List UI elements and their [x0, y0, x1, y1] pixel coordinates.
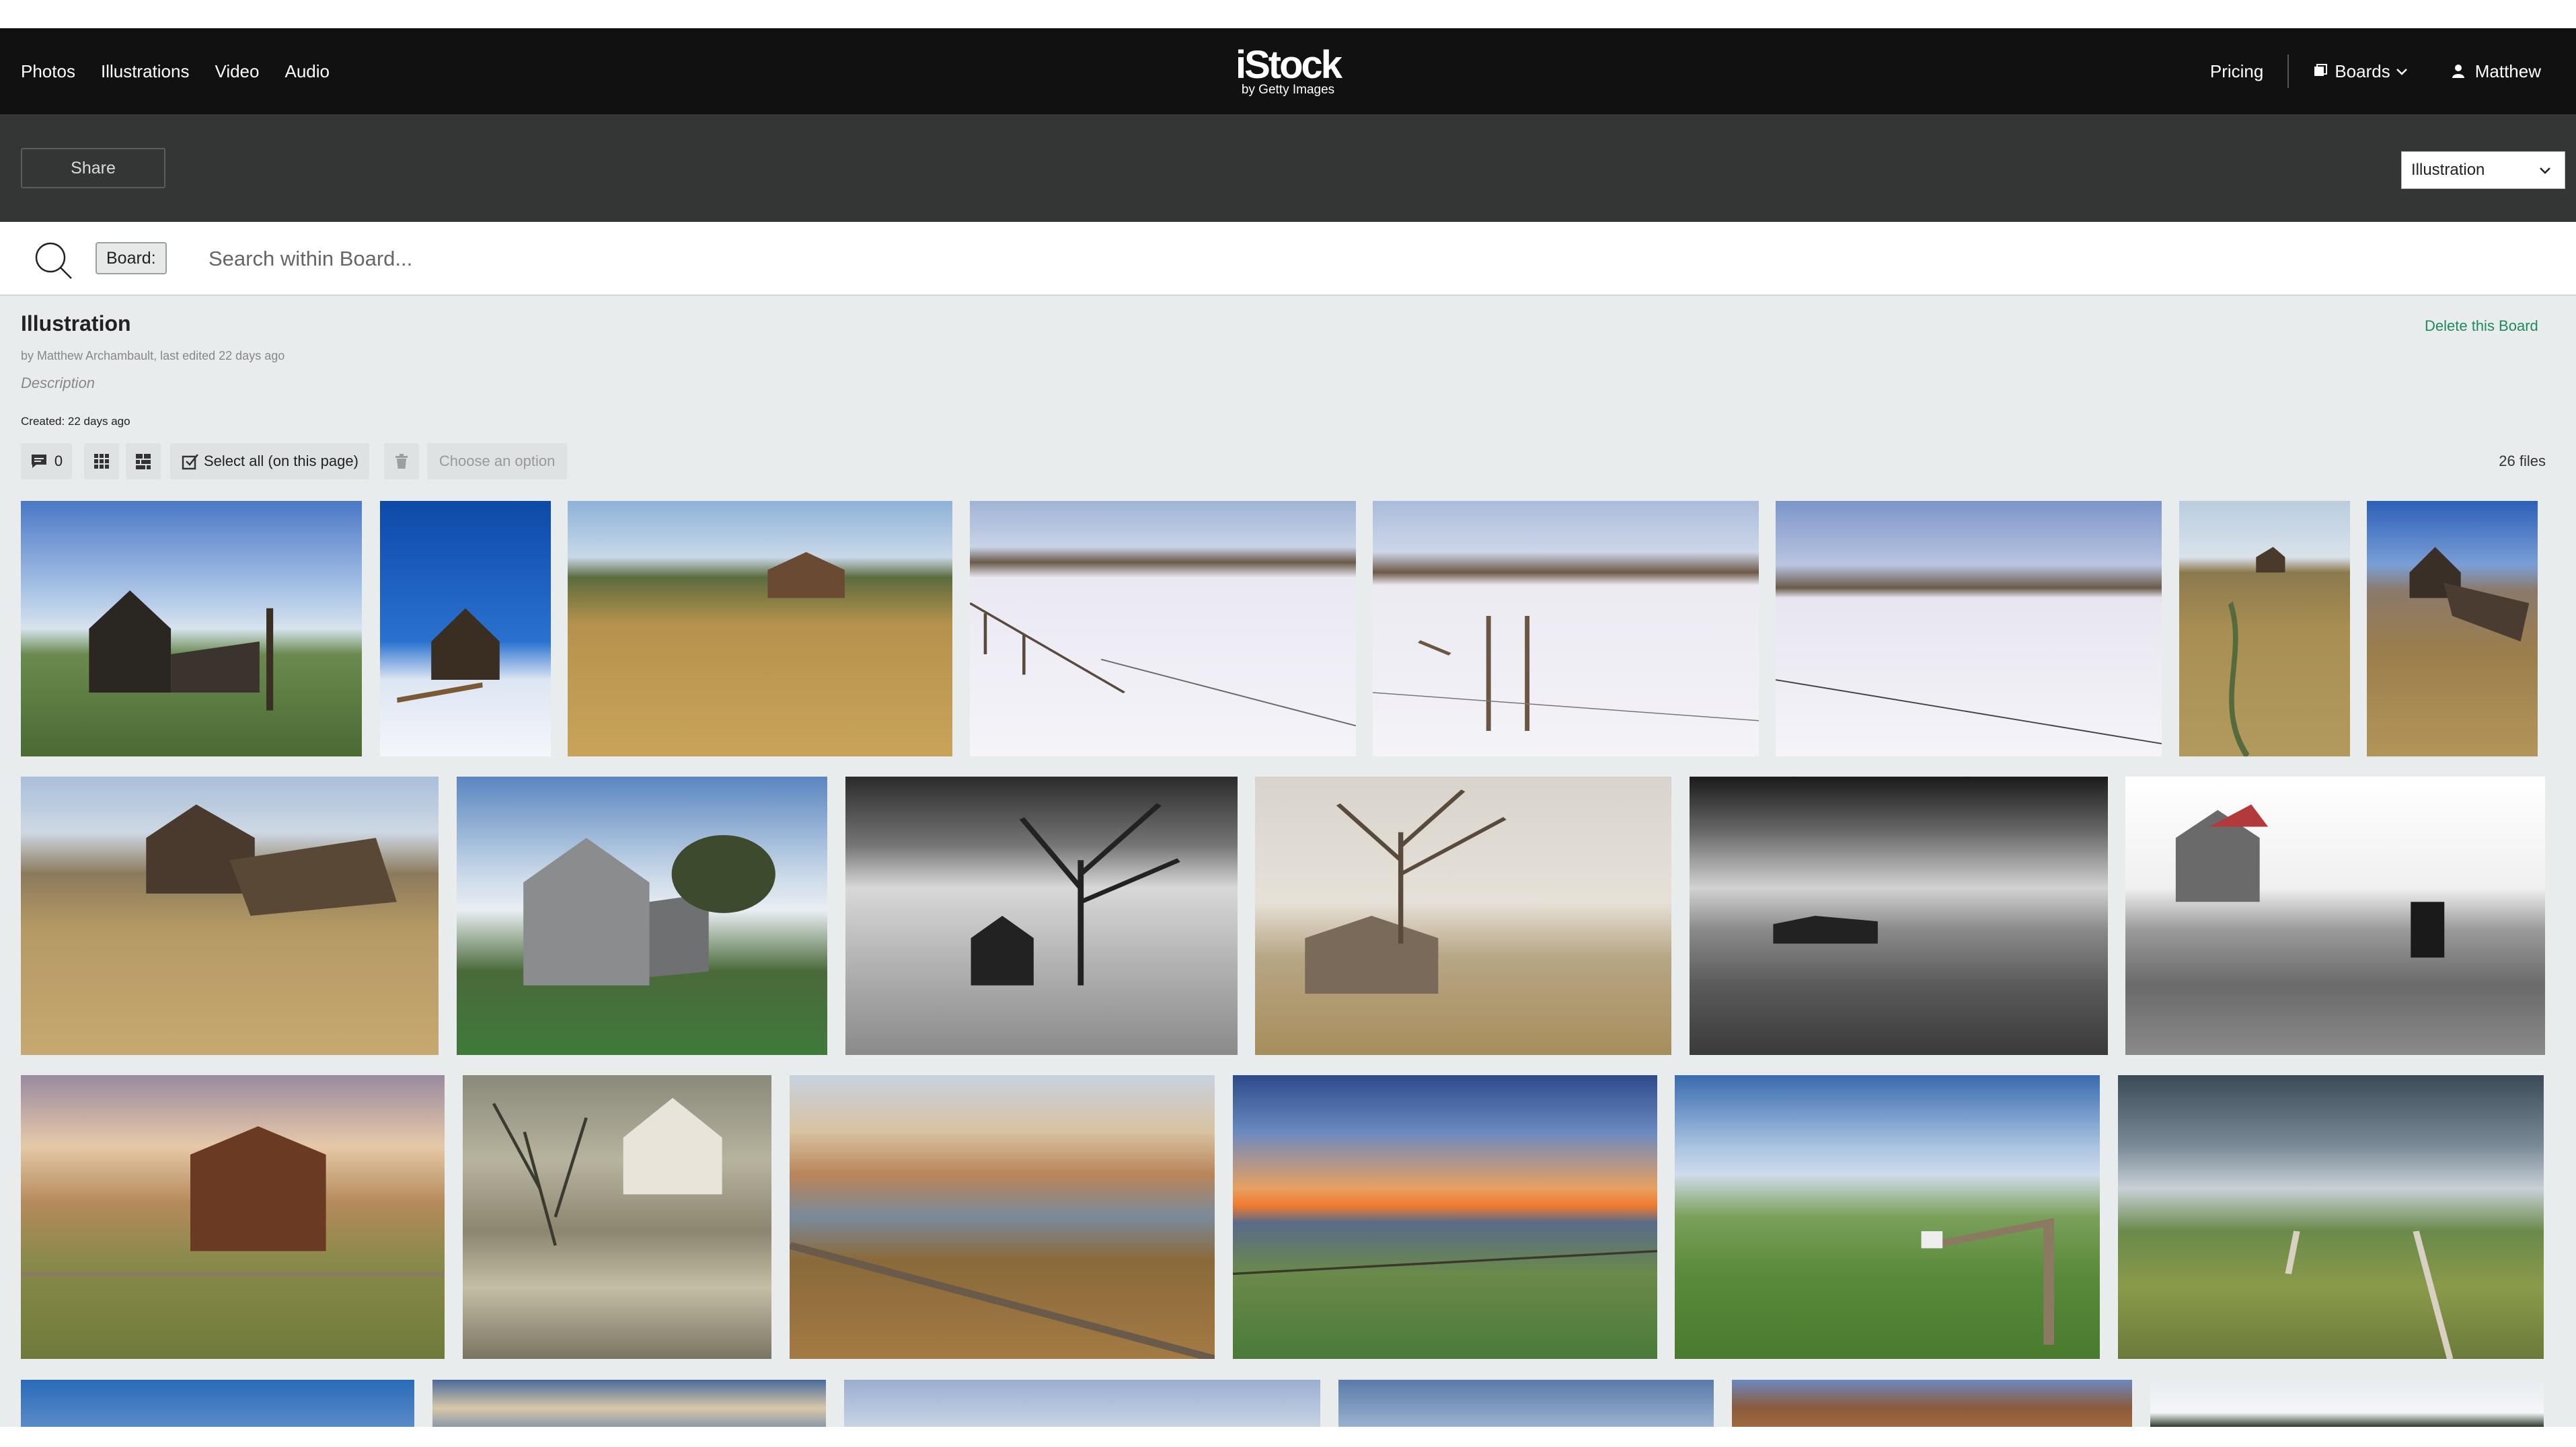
- boards-icon: [2314, 64, 2328, 76]
- choose-option-label: Choose an option: [439, 453, 556, 469]
- image-thumbnail[interactable]: [1675, 1075, 2100, 1359]
- chevron-down-icon: [2396, 69, 2407, 75]
- nav-user-label: Matthew: [2474, 61, 2541, 81]
- image-thumbnail[interactable]: [2179, 501, 2350, 756]
- thumbnail-art: [21, 1126, 445, 1276]
- select-all-label: Select all (on this page): [204, 453, 358, 469]
- grid-view-button[interactable]: [84, 443, 119, 479]
- chevron-down-icon: [2540, 167, 2550, 174]
- nav-video[interactable]: Video: [215, 61, 259, 82]
- image-thumbnail[interactable]: [1690, 777, 2108, 1055]
- image-thumbnail[interactable]: [21, 1075, 445, 1359]
- thumbnail-art: [1773, 916, 1878, 944]
- nav-illustrations[interactable]: Illustrations: [101, 61, 190, 82]
- nav-boards-label: Boards: [2335, 61, 2390, 81]
- nav-pricing[interactable]: Pricing: [2210, 61, 2263, 82]
- thumbnail-art: [1776, 679, 2162, 744]
- thumbnail-art: [397, 608, 500, 703]
- image-thumbnail[interactable]: [432, 1380, 826, 1427]
- trash-icon: [395, 454, 408, 469]
- board-created-date: Created: 22 days ago: [21, 415, 130, 428]
- thumbnail-art: [2285, 1230, 2454, 1359]
- comments-button[interactable]: 0: [21, 443, 72, 479]
- nav-boards-menu[interactable]: Boards: [2313, 61, 2409, 82]
- board-toolbar: Share Illustration: [0, 114, 2576, 222]
- search-scope-tag[interactable]: Board:: [96, 242, 167, 274]
- image-thumbnail[interactable]: [845, 777, 1238, 1055]
- user-icon: [2452, 65, 2464, 78]
- board-title: Illustration: [21, 311, 131, 336]
- image-thumbnail[interactable]: [2367, 501, 2538, 756]
- mosaic-view-button[interactable]: [126, 443, 161, 479]
- select-all-button[interactable]: Select all (on this page): [170, 443, 369, 479]
- thumbnail-art: [2175, 804, 2445, 958]
- share-button[interactable]: Share: [21, 148, 165, 188]
- nav-divider: [2287, 54, 2289, 88]
- nav-right: Pricing Boards Matthew: [2210, 28, 2576, 114]
- logo-wordmark: iStock: [1235, 43, 1342, 87]
- search-input[interactable]: [209, 239, 1823, 279]
- media-type-nav: Photos Illustrations Video Audio: [21, 28, 330, 114]
- delete-selected-button[interactable]: [383, 443, 419, 479]
- thumbnail-art: [492, 1097, 722, 1246]
- delete-board-link[interactable]: Delete this Board: [2425, 317, 2538, 335]
- logo-tagline: by Getty Images: [1241, 83, 1335, 97]
- image-thumbnail[interactable]: [970, 501, 1356, 756]
- nav-photos[interactable]: Photos: [21, 61, 75, 82]
- board-byline: by Matthew Archambault, last edited 22 d…: [21, 349, 285, 362]
- board-actions-bar: 0 Select all (on this page) Choose an op…: [21, 443, 568, 479]
- thumbnail-art: [523, 834, 775, 986]
- thumbnail-art: [971, 803, 1180, 986]
- board-select-dropdown[interactable]: Illustration: [2401, 151, 2565, 189]
- top-white-strip: [0, 0, 2576, 28]
- choose-option-dropdown[interactable]: Choose an option: [426, 443, 568, 479]
- bottom-white-strip: [0, 1427, 2576, 1447]
- image-thumbnail[interactable]: [2150, 1380, 2544, 1427]
- thumbnail-art: [89, 590, 274, 711]
- image-thumbnail[interactable]: [1255, 777, 1671, 1055]
- top-nav-bar: Photos Illustrations Video Audio iStock …: [0, 28, 2576, 114]
- image-thumbnail[interactable]: [2118, 1075, 2544, 1359]
- image-thumbnail[interactable]: [1776, 501, 2162, 756]
- thumbnail-art: [146, 804, 397, 916]
- mosaic-icon: [136, 454, 151, 469]
- image-thumbnail[interactable]: [790, 1075, 1215, 1359]
- istock-logo[interactable]: iStock by Getty Images: [1231, 46, 1345, 100]
- image-thumbnail[interactable]: [2125, 777, 2545, 1055]
- board-select-value: Illustration: [2411, 161, 2485, 179]
- image-thumbnail[interactable]: [21, 1380, 414, 1427]
- image-thumbnail[interactable]: [463, 1075, 771, 1359]
- file-count: 26 files: [2499, 453, 2546, 469]
- grid-icon: [94, 454, 109, 469]
- image-thumbnail[interactable]: [1373, 501, 1759, 756]
- board-description[interactable]: Description: [21, 375, 95, 392]
- image-thumbnail[interactable]: [21, 777, 439, 1055]
- search-icon[interactable]: [32, 239, 74, 281]
- image-thumbnail[interactable]: [1338, 1380, 1714, 1427]
- image-thumbnail[interactable]: [1233, 1075, 1657, 1359]
- thumbnail-art: [1373, 616, 1759, 731]
- thumbnail-art: [767, 552, 845, 598]
- comment-icon: [31, 455, 46, 468]
- comments-count: 0: [54, 453, 63, 469]
- thumbnail-art: [2228, 547, 2285, 756]
- image-thumbnail[interactable]: [1732, 1380, 2132, 1427]
- image-thumbnail[interactable]: [568, 501, 952, 756]
- board-search-bar: Board:: [0, 222, 2576, 296]
- thumbnail-art: [790, 1242, 1215, 1359]
- thumbnail-art: [1233, 1249, 1657, 1276]
- nav-user-menu[interactable]: Matthew: [2451, 61, 2541, 82]
- image-thumbnail[interactable]: [844, 1380, 1320, 1427]
- thumbnail-art: [1305, 789, 1507, 994]
- thumbnail-art: [970, 602, 1356, 727]
- image-thumbnail[interactable]: [21, 501, 362, 756]
- thumbnail-art: [2409, 547, 2530, 641]
- checkbox-icon: [182, 454, 198, 470]
- nav-audio[interactable]: Audio: [285, 61, 330, 82]
- image-thumbnail[interactable]: [380, 501, 551, 756]
- thumbnail-art: [1921, 1218, 2055, 1345]
- image-thumbnail[interactable]: [457, 777, 827, 1055]
